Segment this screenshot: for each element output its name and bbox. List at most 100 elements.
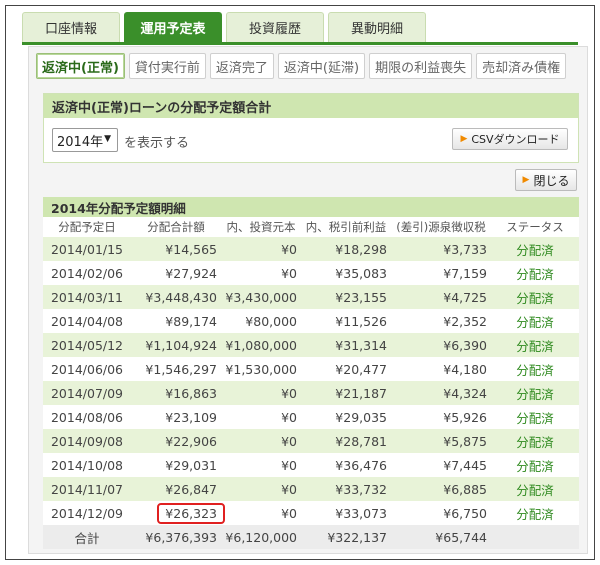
subtab-sold-claims[interactable]: 売却済み債権 (476, 53, 567, 79)
subtab-loss-of-benefit[interactable]: 期限の利益喪失 (369, 53, 473, 79)
withholding-tax: ¥6,390 (391, 333, 491, 357)
column-header: 分配予定日 (43, 217, 131, 237)
withholding-tax: ¥5,926 (391, 405, 491, 429)
withholding-tax: ¥4,180 (391, 357, 491, 381)
distribution-date: 2014/12/09 (43, 501, 131, 525)
table-header-row: 分配予定日 分配合計額 内、投資元本 内、税引前利益 (差引)源泉徴収税 ステー… (43, 217, 579, 237)
tab-account-info[interactable]: 口座情報 (22, 12, 120, 42)
distribution-table: 分配予定日 分配合計額 内、投資元本 内、税引前利益 (差引)源泉徴収税 ステー… (43, 217, 579, 549)
column-header: 分配合計額 (131, 217, 221, 237)
status-label: 分配済 (491, 237, 579, 261)
total-amount: ¥6,376,393 (131, 525, 221, 549)
distribution-date: 2014/02/06 (43, 261, 131, 285)
status-label: 分配済 (491, 261, 579, 285)
distribution-date: 2014/11/07 (43, 477, 131, 501)
distribution-date: 2014/07/09 (43, 381, 131, 405)
table-total-row: 合計 ¥6,376,393 ¥6,120,000 ¥322,137 ¥65,74… (43, 525, 579, 549)
year-select[interactable]: 2014年 ▼ (52, 128, 118, 152)
total-status (491, 525, 579, 549)
principal-amount: ¥0 (221, 453, 301, 477)
table-row: 2014/06/06 ¥1,546,297 ¥1,530,000 ¥20,477 ¥4,… (43, 357, 579, 381)
play-arrow-icon: ▶ (460, 134, 468, 144)
csv-download-label: CSVダウンロード (471, 133, 560, 146)
table-row: 2014/07/09 ¥16,863 ¥0 ¥21,187 ¥4,324 分配済 (43, 381, 579, 405)
sub-tabs: 返済中(正常) 貸付実行前 返済完了 返済中(延滞) 期限の利益喪失 売却済み債… (36, 53, 570, 79)
table-row: 2014/01/15 ¥14,565 ¥0 ¥18,298 ¥3,733 分配済 (43, 237, 579, 261)
withholding-tax: ¥4,725 (391, 285, 491, 309)
table-row: 2014/12/09 ¥26,323 ¥0 ¥33,073 ¥6,750 分配済 (43, 501, 579, 525)
distribution-amount: ¥14,565 (131, 237, 221, 261)
table-row: 2014/08/06 ¥23,109 ¥0 ¥29,035 ¥5,926 分配済 (43, 405, 579, 429)
subtab-repaying-delayed[interactable]: 返済中(延滞) (277, 53, 366, 79)
principal-amount: ¥3,430,000 (221, 285, 301, 309)
pretax-profit: ¥21,187 (301, 381, 391, 405)
withholding-tax: ¥5,875 (391, 429, 491, 453)
total-withholding-tax: ¥65,744 (391, 525, 491, 549)
distribution-date: 2014/03/11 (43, 285, 131, 309)
status-label: 分配済 (491, 477, 579, 501)
table-row: 2014/04/08 ¥89,174 ¥80,000 ¥11,526 ¥2,352 分配済 (43, 309, 579, 333)
detail-title: 2014年分配予定額明細 (43, 197, 579, 217)
distribution-amount: ¥89,174 (131, 309, 221, 333)
table-body: 2014/01/15 ¥14,565 ¥0 ¥18,298 ¥3,733 分配済 2014/… (43, 237, 579, 525)
distribution-date: 2014/10/08 (43, 453, 131, 477)
pretax-profit: ¥33,073 (301, 501, 391, 525)
principal-amount: ¥1,080,000 (221, 333, 301, 357)
status-label: 分配済 (491, 333, 579, 357)
withholding-tax: ¥6,885 (391, 477, 491, 501)
main-tabs: 口座情報 運用予定表 投資履歴 異動明細 (22, 12, 430, 42)
pretax-profit: ¥20,477 (301, 357, 391, 381)
distribution-amount: ¥29,031 (131, 453, 221, 477)
pretax-profit: ¥18,298 (301, 237, 391, 261)
withholding-tax: ¥7,445 (391, 453, 491, 477)
window-frame: 口座情報 運用予定表 投資履歴 異動明細 返済中(正常) 貸付実行前 返済完了 … (5, 5, 595, 560)
status-label: 分配済 (491, 453, 579, 477)
principal-amount: ¥1,530,000 (221, 357, 301, 381)
table-row: 2014/02/06 ¥27,924 ¥0 ¥35,083 ¥7,159 分配済 (43, 261, 579, 285)
summary-title: 返済中(正常)ローンの分配予定額合計 (44, 94, 578, 118)
distribution-amount: ¥22,906 (131, 429, 221, 453)
csv-download-button[interactable]: ▶ CSVダウンロード (452, 128, 568, 150)
distribution-amount: ¥26,847 (131, 477, 221, 501)
pretax-profit: ¥29,035 (301, 405, 391, 429)
pretax-profit: ¥28,781 (301, 429, 391, 453)
distribution-date: 2014/06/06 (43, 357, 131, 381)
distribution-date: 2014/01/15 (43, 237, 131, 261)
highlighted-amount: ¥26,323 (157, 502, 225, 524)
column-header: 内、税引前利益 (301, 217, 391, 237)
withholding-tax: ¥4,324 (391, 381, 491, 405)
pretax-profit: ¥35,083 (301, 261, 391, 285)
distribution-amount: ¥3,448,430 (131, 285, 221, 309)
subtab-repaid[interactable]: 返済完了 (209, 53, 274, 79)
column-header: (差引)源泉徴収税 (391, 217, 491, 237)
subtab-before-loan[interactable]: 貸付実行前 (128, 53, 206, 79)
tab-transaction-details[interactable]: 異動明細 (328, 12, 426, 42)
total-principal: ¥6,120,000 (221, 525, 301, 549)
distribution-amount-cell: ¥26,323 (131, 501, 225, 525)
status-label: 分配済 (491, 405, 579, 429)
table-row: 2014/11/07 ¥26,847 ¥0 ¥33,732 ¥6,885 分配済 (43, 477, 579, 501)
distribution-amount: ¥1,104,924 (131, 333, 221, 357)
pretax-profit: ¥36,476 (301, 453, 391, 477)
close-label: 閉じる (533, 173, 570, 188)
withholding-tax: ¥2,352 (391, 309, 491, 333)
distribution-date: 2014/08/06 (43, 405, 131, 429)
tab-investment-history[interactable]: 投資履歴 (226, 12, 324, 42)
distribution-amount: ¥23,109 (131, 405, 221, 429)
subtab-repaying-normal[interactable]: 返済中(正常) (36, 53, 125, 79)
pretax-profit: ¥11,526 (301, 309, 391, 333)
distribution-date: 2014/04/08 (43, 309, 131, 333)
principal-amount: ¥80,000 (221, 309, 301, 333)
principal-amount: ¥0 (221, 381, 301, 405)
principal-amount: ¥0 (221, 405, 301, 429)
principal-amount: ¥0 (221, 477, 301, 501)
tab-operation-schedule[interactable]: 運用予定表 (124, 12, 222, 42)
status-label: 分配済 (491, 381, 579, 405)
column-header: 内、投資元本 (221, 217, 301, 237)
pretax-profit: ¥33,732 (301, 477, 391, 501)
total-label: 合計 (43, 525, 131, 549)
pretax-profit: ¥23,155 (301, 285, 391, 309)
principal-amount: ¥0 (221, 429, 301, 453)
close-button[interactable]: ▶ 閉じる (515, 169, 577, 191)
detail-section: 2014年分配予定額明細 分配予定日 分配合計額 内、投資元本 内、税引前利益 … (43, 197, 579, 549)
